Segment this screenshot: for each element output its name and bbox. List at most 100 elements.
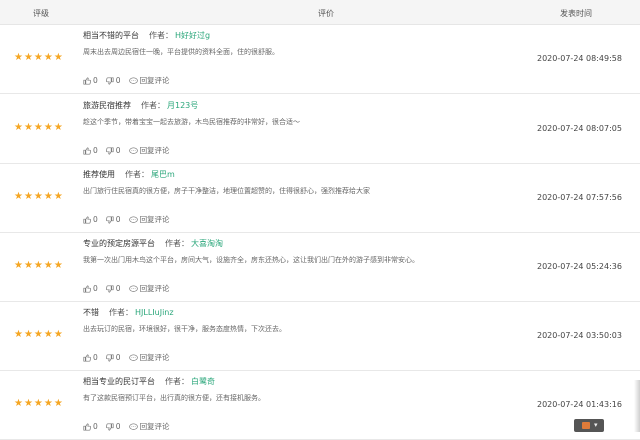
review-text: 有了这款民宿预订平台，出行真的很方便，还有接机服务。 — [83, 394, 265, 402]
reply-button[interactable]: 回复评论 — [128, 421, 170, 432]
corner-widget[interactable]: ▾ — [574, 419, 604, 432]
like-button[interactable]: 0 — [83, 353, 98, 362]
reply-button[interactable]: 回复评论 — [128, 145, 170, 156]
author-link[interactable]: 月123号 — [167, 101, 198, 110]
dislike-count: 0 — [115, 284, 121, 293]
review-actions: 0 0 回复评论 — [83, 75, 178, 86]
reply-button[interactable]: 回复评论 — [128, 352, 170, 363]
dislike-button[interactable]: 0 — [105, 284, 121, 293]
like-button[interactable]: 0 — [83, 146, 98, 155]
review-title: 相当不错的平台 — [83, 31, 139, 40]
like-count: 0 — [93, 353, 98, 362]
star-rating: ★★★★★ — [14, 260, 64, 271]
dislike-button[interactable]: 0 — [105, 146, 121, 155]
review-title-line: 推荐使用 作者： 尾巴m — [83, 169, 175, 180]
dislike-count: 0 — [115, 76, 121, 85]
review-text: 趁这个季节，带着宝宝一起去旅游，木鸟民宿推荐的非常好，很合适～ — [83, 118, 300, 126]
like-count: 0 — [93, 215, 98, 224]
review-title-line: 相当不错的平台 作者： H好好过g — [83, 30, 210, 41]
like-button[interactable]: 0 — [83, 284, 98, 293]
author-label: 作者： — [141, 101, 165, 110]
review-title-line: 不错 作者： HJLLIuJinz — [83, 307, 174, 318]
table-row: ★★★★★ 相当不错的平台 作者： H好好过g 周末出去周边民宿住一晚，平台提供的资料全… — [0, 24, 640, 94]
like-count: 0 — [93, 76, 98, 85]
thumbs-up-icon — [83, 146, 93, 155]
star-rating: ★★★★★ — [14, 122, 64, 133]
like-button[interactable]: 0 — [83, 76, 98, 85]
header-time: 发表时间 — [560, 9, 592, 18]
reply-label: 回复评论 — [139, 76, 170, 85]
review-time: 2020-07-24 03:50:03 — [537, 331, 622, 340]
review-time: 2020-07-24 01:43:16 — [537, 400, 622, 409]
reply-label: 回复评论 — [139, 353, 170, 362]
author-link[interactable]: 白鹭奇 — [191, 377, 215, 386]
chevron-down-icon: ▾ — [594, 421, 598, 429]
author-link[interactable]: 尾巴m — [151, 170, 175, 179]
dislike-button[interactable]: 0 — [105, 215, 121, 224]
dislike-button[interactable]: 0 — [105, 422, 121, 431]
author-link[interactable]: H好好过g — [175, 31, 210, 40]
review-time: 2020-07-24 07:57:56 — [537, 193, 622, 202]
reply-label: 回复评论 — [139, 284, 170, 293]
table-row: ★★★★★ 不错 作者： HJLLIuJinz 出去玩订的民宿，环境很好，很干净，服务态… — [0, 301, 640, 371]
table-row: ★★★★★ 旅游民宿推荐 作者： 月123号趁这个季节，带着宝宝一起去旅游，木鸟民宿推… — [0, 94, 640, 164]
author-label: 作者： — [165, 239, 189, 248]
review-title-line: 旅游民宿推荐 作者： 月123号 — [83, 100, 198, 111]
review-title: 旅游民宿推荐 — [83, 101, 131, 110]
thumbs-up-icon — [83, 422, 93, 431]
star-rating: ★★★★★ — [14, 191, 64, 202]
header-review: 评价 — [318, 9, 334, 18]
thumbs-up-icon — [83, 284, 93, 293]
review-actions: 0 0 回复评论 — [83, 283, 178, 294]
dislike-count: 0 — [115, 146, 121, 155]
dislike-count: 0 — [115, 353, 121, 362]
review-time: 2020-07-24 08:07:05 — [537, 124, 622, 133]
star-rating: ★★★★★ — [14, 329, 64, 340]
like-button[interactable]: 0 — [83, 215, 98, 224]
author-label: 作者： — [165, 377, 189, 386]
dislike-button[interactable]: 0 — [105, 76, 121, 85]
like-count: 0 — [93, 284, 98, 293]
dislike-button[interactable]: 0 — [105, 353, 121, 362]
dislike-count: 0 — [115, 422, 121, 431]
author-link[interactable]: HJLLIuJinz — [135, 308, 174, 317]
comment-icon — [128, 215, 140, 224]
review-title: 推荐使用 — [83, 170, 115, 179]
review-text: 出门旅行住民宿真的很方便，房子干净整洁，地理位置超赞的，住得很舒心，强烈推荐给大… — [83, 187, 370, 195]
like-count: 0 — [93, 146, 98, 155]
thumbs-down-icon — [105, 76, 116, 85]
widget-icon — [582, 422, 590, 429]
review-title: 不错 — [83, 308, 99, 317]
reply-button[interactable]: 回复评论 — [128, 75, 170, 86]
comment-icon — [128, 284, 140, 293]
reply-button[interactable]: 回复评论 — [128, 283, 170, 294]
review-title-line: 专业的预定房源平台 作者： 大喜淘淘 — [83, 238, 223, 249]
comment-icon — [128, 422, 140, 431]
thumbs-down-icon — [105, 284, 116, 293]
author-label: 作者： — [149, 31, 173, 40]
thumbs-up-icon — [83, 353, 93, 362]
dislike-count: 0 — [115, 215, 121, 224]
table-row: ★★★★★ 专业的预定房源平台 作者： 大喜淘淘我第一次出门用木鸟这个平台，房间大气，… — [0, 232, 640, 302]
author-label: 作者： — [109, 308, 133, 317]
author-label: 作者： — [125, 170, 149, 179]
review-actions: 0 0 回复评论 — [83, 145, 178, 156]
thumbs-down-icon — [105, 215, 116, 224]
review-actions: 0 0 回复评论 — [83, 421, 178, 432]
review-title-line: 相当专业的民订平台 作者： 白鹭奇 — [83, 376, 215, 387]
like-button[interactable]: 0 — [83, 422, 98, 431]
table-row: ★★★★★ 推荐使用 作者： 尾巴m 出门旅行住民宿真的很方便，房子干净整洁，地理位置超… — [0, 163, 640, 233]
reply-button[interactable]: 回复评论 — [128, 214, 170, 225]
table-header: 评级 评价 发表时间 — [0, 0, 640, 25]
author-link[interactable]: 大喜淘淘 — [191, 239, 223, 248]
table-row: ★★★★★ 相当专业的民订平台 作者： 白鹭奇 有了这款民宿预订平台，出行真的很方便，还… — [0, 370, 640, 440]
review-text: 我第一次出门用木鸟这个平台，房间大气，设施齐全，房东还热心，这让我们出门在外的游… — [83, 256, 419, 264]
scroll-edge — [634, 380, 640, 432]
review-text: 出去玩订的民宿，环境很好，很干净，服务态度热情，下次还去。 — [83, 325, 286, 333]
review-text: 周末出去周边民宿住一晚，平台提供的资料全面，住的很舒服。 — [83, 48, 279, 56]
review-time: 2020-07-24 05:24:36 — [537, 262, 622, 271]
reply-label: 回复评论 — [139, 422, 170, 431]
thumbs-up-icon — [83, 76, 93, 85]
review-title: 专业的预定房源平台 — [83, 239, 155, 248]
star-rating: ★★★★★ — [14, 52, 64, 63]
